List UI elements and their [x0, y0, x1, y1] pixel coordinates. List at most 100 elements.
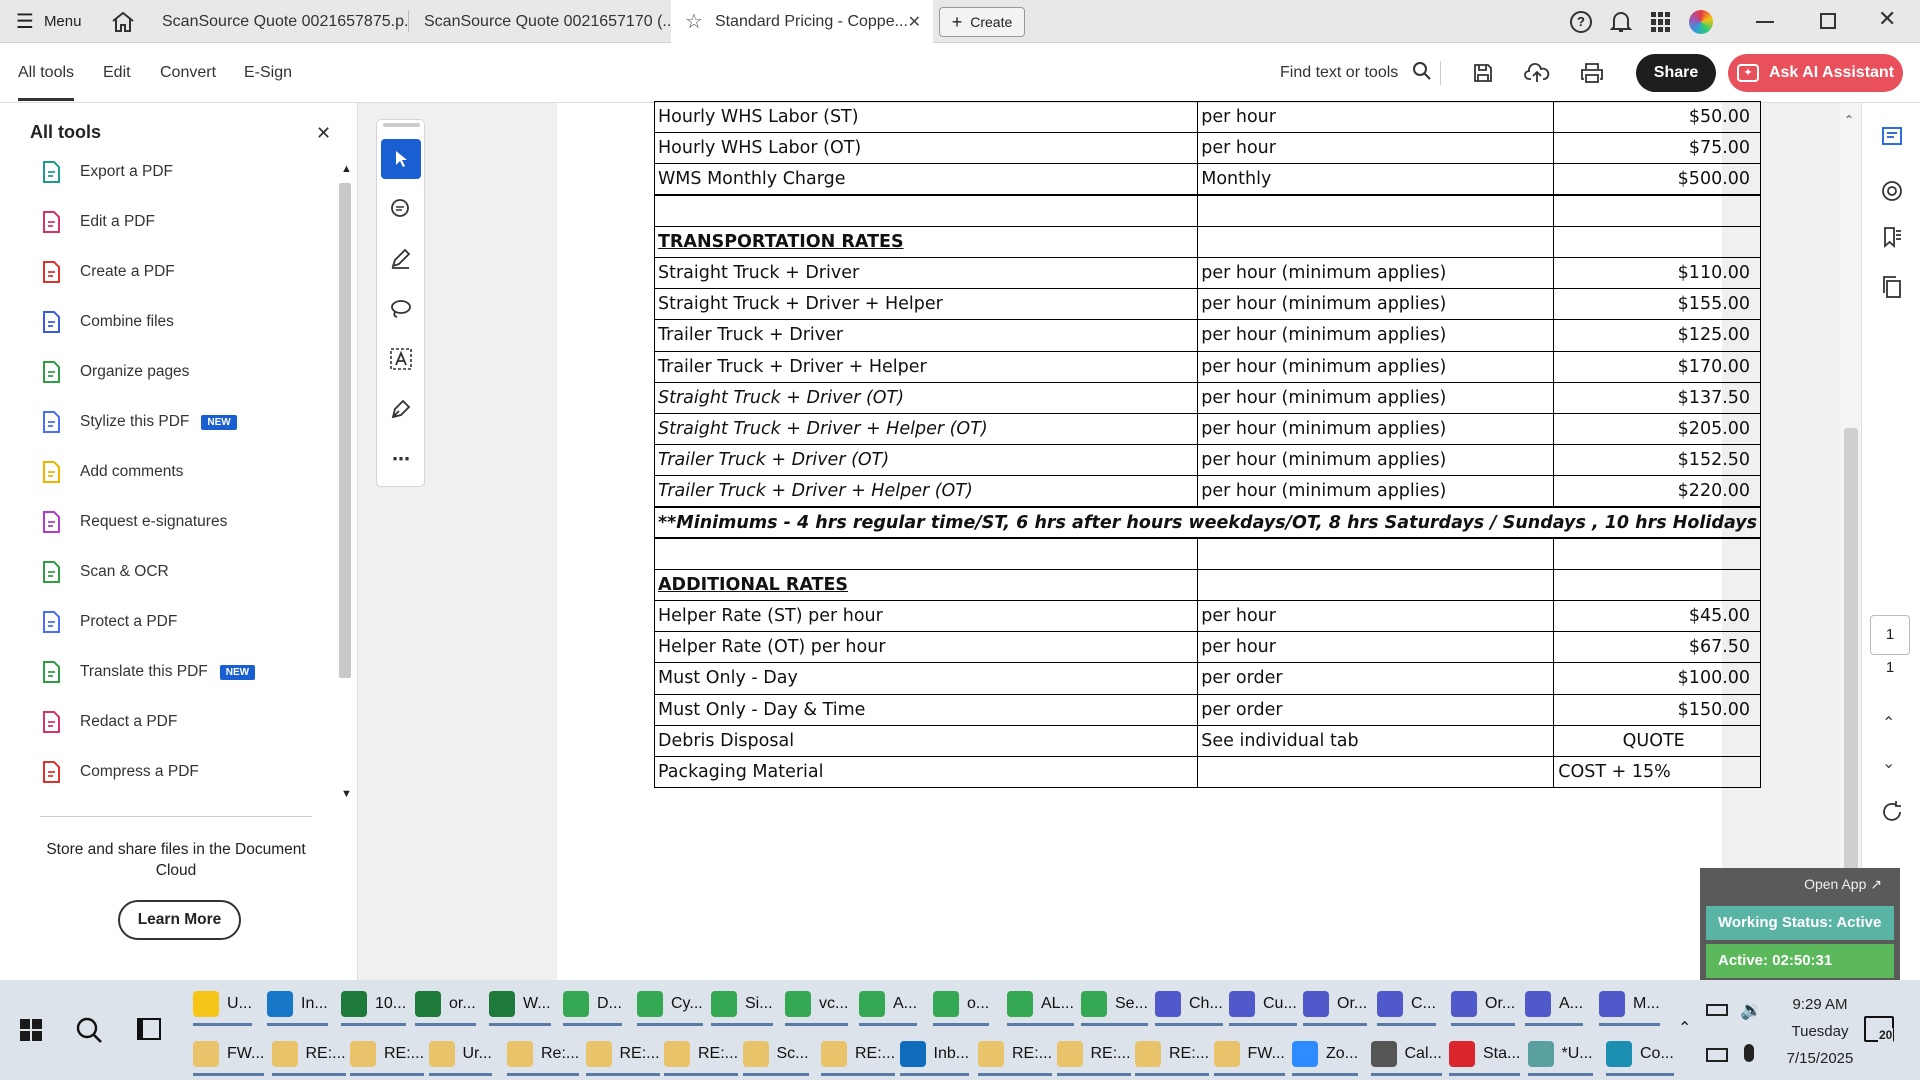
volume-icon[interactable]: 🔉: [1740, 1000, 1762, 1021]
taskbar-app[interactable]: Co...: [1606, 1034, 1674, 1076]
taskbar-app[interactable]: FW...: [1213, 1034, 1285, 1076]
clock-day[interactable]: Tuesday: [1772, 1023, 1868, 1040]
clock-date[interactable]: 7/15/2025: [1772, 1050, 1868, 1067]
taskbar-app[interactable]: RE:...: [1135, 1034, 1210, 1076]
tool-item[interactable]: Protect a PDF: [40, 602, 177, 642]
task-view-icon[interactable]: [137, 1018, 161, 1040]
close-panel-icon[interactable]: ✕: [316, 123, 331, 144]
taskbar-app[interactable]: Sta...: [1449, 1034, 1521, 1076]
windows-start-icon[interactable]: [20, 1019, 42, 1041]
tool-item[interactable]: Redact a PDF: [40, 702, 177, 742]
taskbar-app[interactable]: D...: [563, 984, 622, 1026]
taskbar-app[interactable]: M...: [1599, 984, 1660, 1026]
tool-item[interactable]: Compress a PDF: [40, 752, 199, 792]
apps-grid-icon[interactable]: [1651, 12, 1671, 32]
taskbar-app[interactable]: RE:...: [585, 1034, 660, 1076]
star-icon[interactable]: ☆: [685, 9, 703, 34]
menu-all-tools[interactable]: All tools: [18, 43, 75, 101]
comment-tool-button[interactable]: [381, 189, 421, 229]
ask-ai-assistant-button[interactable]: ✦ Ask AI Assistant: [1728, 54, 1903, 92]
taskbar-app[interactable]: Re:...: [507, 1034, 580, 1076]
page-number-box[interactable]: 1: [1870, 615, 1910, 655]
taskbar-app[interactable]: RE:...: [1056, 1034, 1131, 1076]
create-button[interactable]: + Create: [939, 7, 1025, 37]
find-text-tools[interactable]: Find text or tools: [1280, 43, 1432, 103]
tab-scansource-quote-1[interactable]: ScanSource Quote 0021657875.p...: [148, 0, 408, 43]
tool-item[interactable]: Translate this PDF NEW: [40, 652, 256, 692]
tool-item[interactable]: Scan & OCR: [40, 552, 169, 592]
notification-center[interactable]: 20: [1864, 1016, 1894, 1042]
battery-icon[interactable]: [1706, 1004, 1728, 1016]
tray-chevron-icon[interactable]: ⌃: [1678, 1018, 1691, 1038]
taskbar-app[interactable]: RE:...: [821, 1034, 896, 1076]
text-box-tool-button[interactable]: [381, 339, 421, 379]
menu-e-sign[interactable]: E-Sign: [244, 43, 292, 103]
taskbar-app[interactable]: In...: [267, 984, 328, 1026]
taskbar-app[interactable]: Cy...: [637, 984, 703, 1026]
share-button[interactable]: Share: [1636, 54, 1716, 92]
taskbar-app[interactable]: AL...: [1007, 984, 1074, 1026]
tool-item[interactable]: Add comments: [40, 452, 183, 492]
taskbar-app[interactable]: Cu...: [1229, 984, 1297, 1026]
highlight-tool-button[interactable]: [381, 239, 421, 279]
save-icon[interactable]: [1472, 62, 1494, 89]
taskbar-app[interactable]: A...: [1525, 984, 1584, 1026]
close-window-icon[interactable]: ✕: [1878, 6, 1896, 32]
taskbar-app[interactable]: U...: [193, 984, 252, 1026]
taskbar-app[interactable]: Ch...: [1155, 984, 1223, 1026]
open-app-link[interactable]: Open App ↗: [1804, 876, 1882, 893]
taskbar-app[interactable]: Zo...: [1292, 1034, 1359, 1076]
network-icon[interactable]: [1706, 1048, 1728, 1062]
tab-scansource-quote-2[interactable]: ScanSource Quote 0021657170 (...: [410, 0, 670, 43]
menu-edit[interactable]: Edit: [103, 43, 131, 103]
taskbar-app[interactable]: RE:...: [978, 1034, 1053, 1076]
taskbar-app[interactable]: Ur...: [428, 1034, 492, 1076]
clock-time[interactable]: 9:29 AM: [1772, 996, 1868, 1013]
menu-button[interactable]: ☰ Menu: [16, 0, 81, 43]
taskbar-app[interactable]: A...: [859, 984, 918, 1026]
pages-icon[interactable]: [1880, 275, 1904, 304]
cloud-upload-icon[interactable]: [1524, 62, 1550, 89]
taskbar-app[interactable]: Or...: [1303, 984, 1368, 1026]
panel-scrollbar[interactable]: ▲ ▼: [338, 163, 352, 803]
learn-more-button[interactable]: Learn More: [118, 900, 241, 940]
taskbar-app[interactable]: Sc...: [742, 1034, 809, 1076]
taskbar-app[interactable]: 10...: [341, 984, 407, 1026]
bell-icon[interactable]: [1609, 10, 1633, 39]
taskbar-app[interactable]: Se...: [1081, 984, 1148, 1026]
taskbar-app[interactable]: Inb...: [899, 1034, 970, 1076]
menu-convert[interactable]: Convert: [160, 43, 216, 103]
taskbar-app[interactable]: Or...: [1451, 984, 1516, 1026]
taskbar-app[interactable]: RE:...: [271, 1034, 346, 1076]
taskbar-app[interactable]: W...: [489, 984, 551, 1026]
tool-item[interactable]: Create a PDF: [40, 252, 175, 292]
minimize-icon[interactable]: [1756, 21, 1774, 23]
tab-standard-pricing[interactable]: ☆ Standard Pricing - Coppe... ✕: [671, 0, 933, 43]
taskbar-app[interactable]: or...: [415, 984, 476, 1026]
taskbar-app[interactable]: FW...: [193, 1034, 265, 1076]
bookmarks-icon[interactable]: [1880, 225, 1904, 254]
tool-item[interactable]: Export a PDF: [40, 152, 173, 192]
more-tools-button[interactable]: ⋯: [381, 439, 421, 479]
rotate-icon[interactable]: [1880, 800, 1904, 829]
restore-icon[interactable]: [1820, 13, 1836, 29]
sign-tool-button[interactable]: [381, 389, 421, 429]
page-up-icon[interactable]: ⌃: [1882, 713, 1895, 733]
ai-chat-icon[interactable]: [1880, 179, 1904, 208]
help-icon[interactable]: ?: [1570, 11, 1592, 33]
taskbar-app[interactable]: RE:...: [350, 1034, 425, 1076]
draw-tool-button[interactable]: [381, 289, 421, 329]
document-scrollbar[interactable]: ⌃: [1840, 103, 1861, 980]
tool-item[interactable]: Combine files: [40, 302, 174, 342]
page-down-icon[interactable]: ⌄: [1882, 753, 1895, 773]
tool-item[interactable]: Request e-signatures: [40, 502, 227, 542]
taskbar-app[interactable]: Si...: [711, 984, 773, 1026]
scroll-thumb[interactable]: [339, 183, 351, 678]
doc-scroll-thumb[interactable]: [1844, 428, 1858, 898]
tool-item[interactable]: Stylize this PDF NEW: [40, 402, 237, 442]
taskbar-app[interactable]: Cal...: [1370, 1034, 1442, 1076]
close-tab-icon[interactable]: ✕: [908, 12, 921, 32]
comments-panel-icon[interactable]: [1880, 125, 1904, 154]
print-icon[interactable]: [1580, 62, 1604, 89]
search-taskbar-icon[interactable]: [75, 1016, 103, 1049]
